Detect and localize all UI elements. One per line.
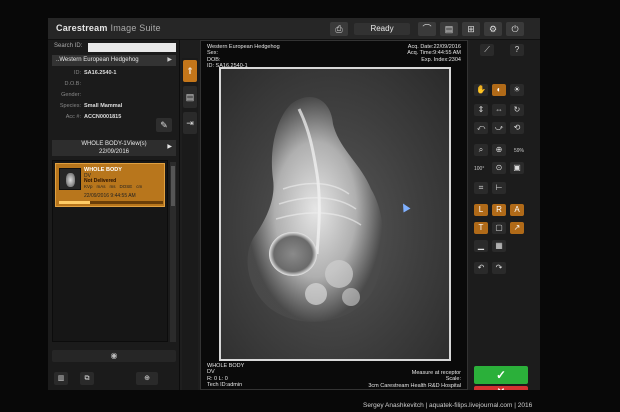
- patient-field: Gender:: [61, 92, 81, 98]
- series-date: 22/09/2016 9:44:55 AM: [84, 193, 136, 199]
- printer-icon[interactable]: ▤: [440, 22, 458, 36]
- logout-icon[interactable]: ⏻: [506, 22, 524, 36]
- undo-icon[interactable]: ↶: [474, 262, 488, 274]
- study-bar[interactable]: WHOLE BODY-1View(s) 22/09/2016 ▶: [52, 140, 176, 156]
- flip-horizontal-icon[interactable]: ⇔: [492, 104, 506, 116]
- wand-icon[interactable]: ⟋: [480, 44, 494, 56]
- curve-icon[interactable]: ⌒: [418, 22, 436, 36]
- crop-icon[interactable]: ⌗: [474, 182, 488, 194]
- zoom-icon[interactable]: ⌕: [474, 144, 488, 156]
- series-scrollbar[interactable]: [170, 162, 176, 342]
- network-icon[interactable]: ⊞: [462, 22, 480, 36]
- exposure-columns: KVp mAs ms DOSE cm: [84, 184, 143, 189]
- image-viewer[interactable]: Western European Hedgehog Sex: DOB: ID: SA1…: [200, 40, 468, 390]
- marker-left-icon[interactable]: L: [474, 204, 488, 216]
- text-marker-icon[interactable]: T: [474, 222, 488, 234]
- patient-name-bar[interactable]: ..Western European Hedgehog ▶: [52, 55, 176, 66]
- flip-vertical-icon[interactable]: ⇕: [474, 104, 488, 116]
- rotate-left-90-icon[interactable]: ⤺: [474, 122, 488, 134]
- reject-button[interactable]: ✕: [474, 386, 528, 390]
- patient-fields: ID: SA16.2540-1 D.O.B: Gender: Species: Sm…: [54, 70, 176, 125]
- patient-name: ..Western European Hedgehog: [56, 57, 139, 63]
- chevron-right-icon: ▶: [167, 144, 172, 150]
- overlay-top-left: Western European Hedgehog Sex: DOB: ID: SA1…: [207, 44, 280, 70]
- search-input[interactable]: [88, 43, 176, 52]
- overlay-top-right: Acq. Date:22/09/2016 Acq. Time:9:44:55 AM…: [407, 44, 461, 63]
- edit-patient-button[interactable]: ✎: [156, 118, 172, 132]
- series-progress: [59, 201, 163, 204]
- overlay-bottom-left: WHOLE BODY DV R: 0 L: 0 Tech ID:admin: [207, 363, 245, 389]
- pencil-icon: ✎: [160, 120, 168, 130]
- zoom-level: 59%: [514, 148, 525, 154]
- arrow-marker-icon[interactable]: ↗: [510, 222, 524, 234]
- magnify-icon[interactable]: ⊙: [492, 162, 506, 174]
- marker-right-icon[interactable]: R: [492, 204, 506, 216]
- photo-credit: Sergey Anashkevitch | aquatek-filips.liv…: [363, 402, 533, 409]
- fit-label: 100°: [474, 166, 485, 172]
- window-level-icon[interactable]: ◐: [492, 84, 506, 96]
- series-thumbnail: [59, 168, 81, 190]
- printer-icon: ▤: [185, 92, 195, 102]
- mode-strip: ⇑ ▤ ⇥: [182, 58, 198, 390]
- xray-image: [219, 67, 451, 361]
- series-list: WHOLE BODY DV Not Delivered KVp mAs ms DOSE…: [52, 160, 168, 342]
- series-card[interactable]: WHOLE BODY DV Not Delivered KVp mAs ms DOSE…: [55, 163, 165, 207]
- patient-field: D.O.B:: [64, 81, 81, 87]
- export-tab[interactable]: ⇥: [183, 112, 197, 134]
- study-title: WHOLE BODY-1View(s): [81, 141, 147, 147]
- brightness-icon[interactable]: ☀: [510, 84, 524, 96]
- checkmark-icon: ✓: [495, 368, 507, 382]
- export-icon: ⇥: [186, 118, 194, 128]
- patient-panel: Search ID: ..Western European Hedgehog ▶…: [48, 40, 180, 390]
- pan-hand-icon[interactable]: ✋: [474, 84, 488, 96]
- acquire-icon: ⇑: [186, 66, 194, 76]
- print-tab[interactable]: ▤: [183, 86, 197, 108]
- grid-icon[interactable]: ▦: [492, 240, 506, 252]
- histogram-icon[interactable]: ▁: [474, 240, 488, 252]
- zoom-in-icon[interactable]: ⊕: [492, 144, 506, 156]
- monitor-bezel: Carestream Image Suite ⎙ Ready ⌒ ▤ ⊞ ⚙ ⏻ …: [0, 0, 620, 412]
- question-icon[interactable]: ?: [510, 44, 524, 56]
- print-icon[interactable]: ⎙: [330, 22, 348, 36]
- fit-screen-icon[interactable]: ▣: [510, 162, 524, 174]
- app-window: Carestream Image Suite ⎙ Ready ⌒ ▤ ⊞ ⚙ ⏻ …: [48, 18, 540, 390]
- study-date: 22/09/2016: [98, 148, 130, 155]
- acquire-tab[interactable]: ⇑: [183, 60, 197, 82]
- chevron-right-icon: ▶: [167, 57, 172, 63]
- stamp-icon[interactable]: ▢: [492, 222, 506, 234]
- search-label: Search ID:: [54, 43, 83, 49]
- patient-field: Species: Small Mammal: [59, 103, 123, 109]
- status-indicator: Ready: [354, 23, 410, 35]
- patient-field: ID: SA16.2540-1: [73, 70, 117, 76]
- accept-button[interactable]: ✓: [474, 366, 528, 384]
- settings-icon[interactable]: ⚙: [484, 22, 502, 36]
- hedgehog-xray: [247, 96, 384, 322]
- preview-button[interactable]: ◉: [52, 350, 176, 362]
- left-bottom-tools: ▥ ⧉ ⊕: [52, 372, 176, 386]
- redo-icon[interactable]: ↷: [492, 262, 506, 274]
- close-icon: ✕: [497, 387, 505, 390]
- eye-icon: ◉: [110, 351, 118, 360]
- rotate-right-90-icon[interactable]: ⤻: [492, 122, 506, 134]
- add-image-button[interactable]: ⊕: [136, 372, 158, 385]
- reset-orientation-icon[interactable]: ⟲: [510, 122, 524, 134]
- search-row: Search ID:: [54, 43, 176, 53]
- measure-icon[interactable]: ⊢: [492, 182, 506, 194]
- rotate-right-icon[interactable]: ↻: [510, 104, 524, 116]
- app-brand: Carestream Image Suite: [56, 23, 161, 33]
- tool-panel: ⟋ ? ✋ ◐ ☀ ⇕ ⇔ ↻ ⤺ ⤻ ⟲ ⌕ ⊕ 59% 100° ⊙ ▣ ⌗…: [470, 40, 540, 390]
- copy-icon[interactable]: ⧉: [80, 372, 94, 385]
- annotation-icon[interactable]: A: [510, 204, 524, 216]
- top-bar: Carestream Image Suite ⎙ Ready ⌒ ▤ ⊞ ⚙ ⏻: [48, 18, 540, 40]
- overlay-bottom-right: Measure at receptor Scale: 3cm Carestream …: [368, 370, 461, 389]
- layout-icon[interactable]: ▥: [54, 372, 68, 385]
